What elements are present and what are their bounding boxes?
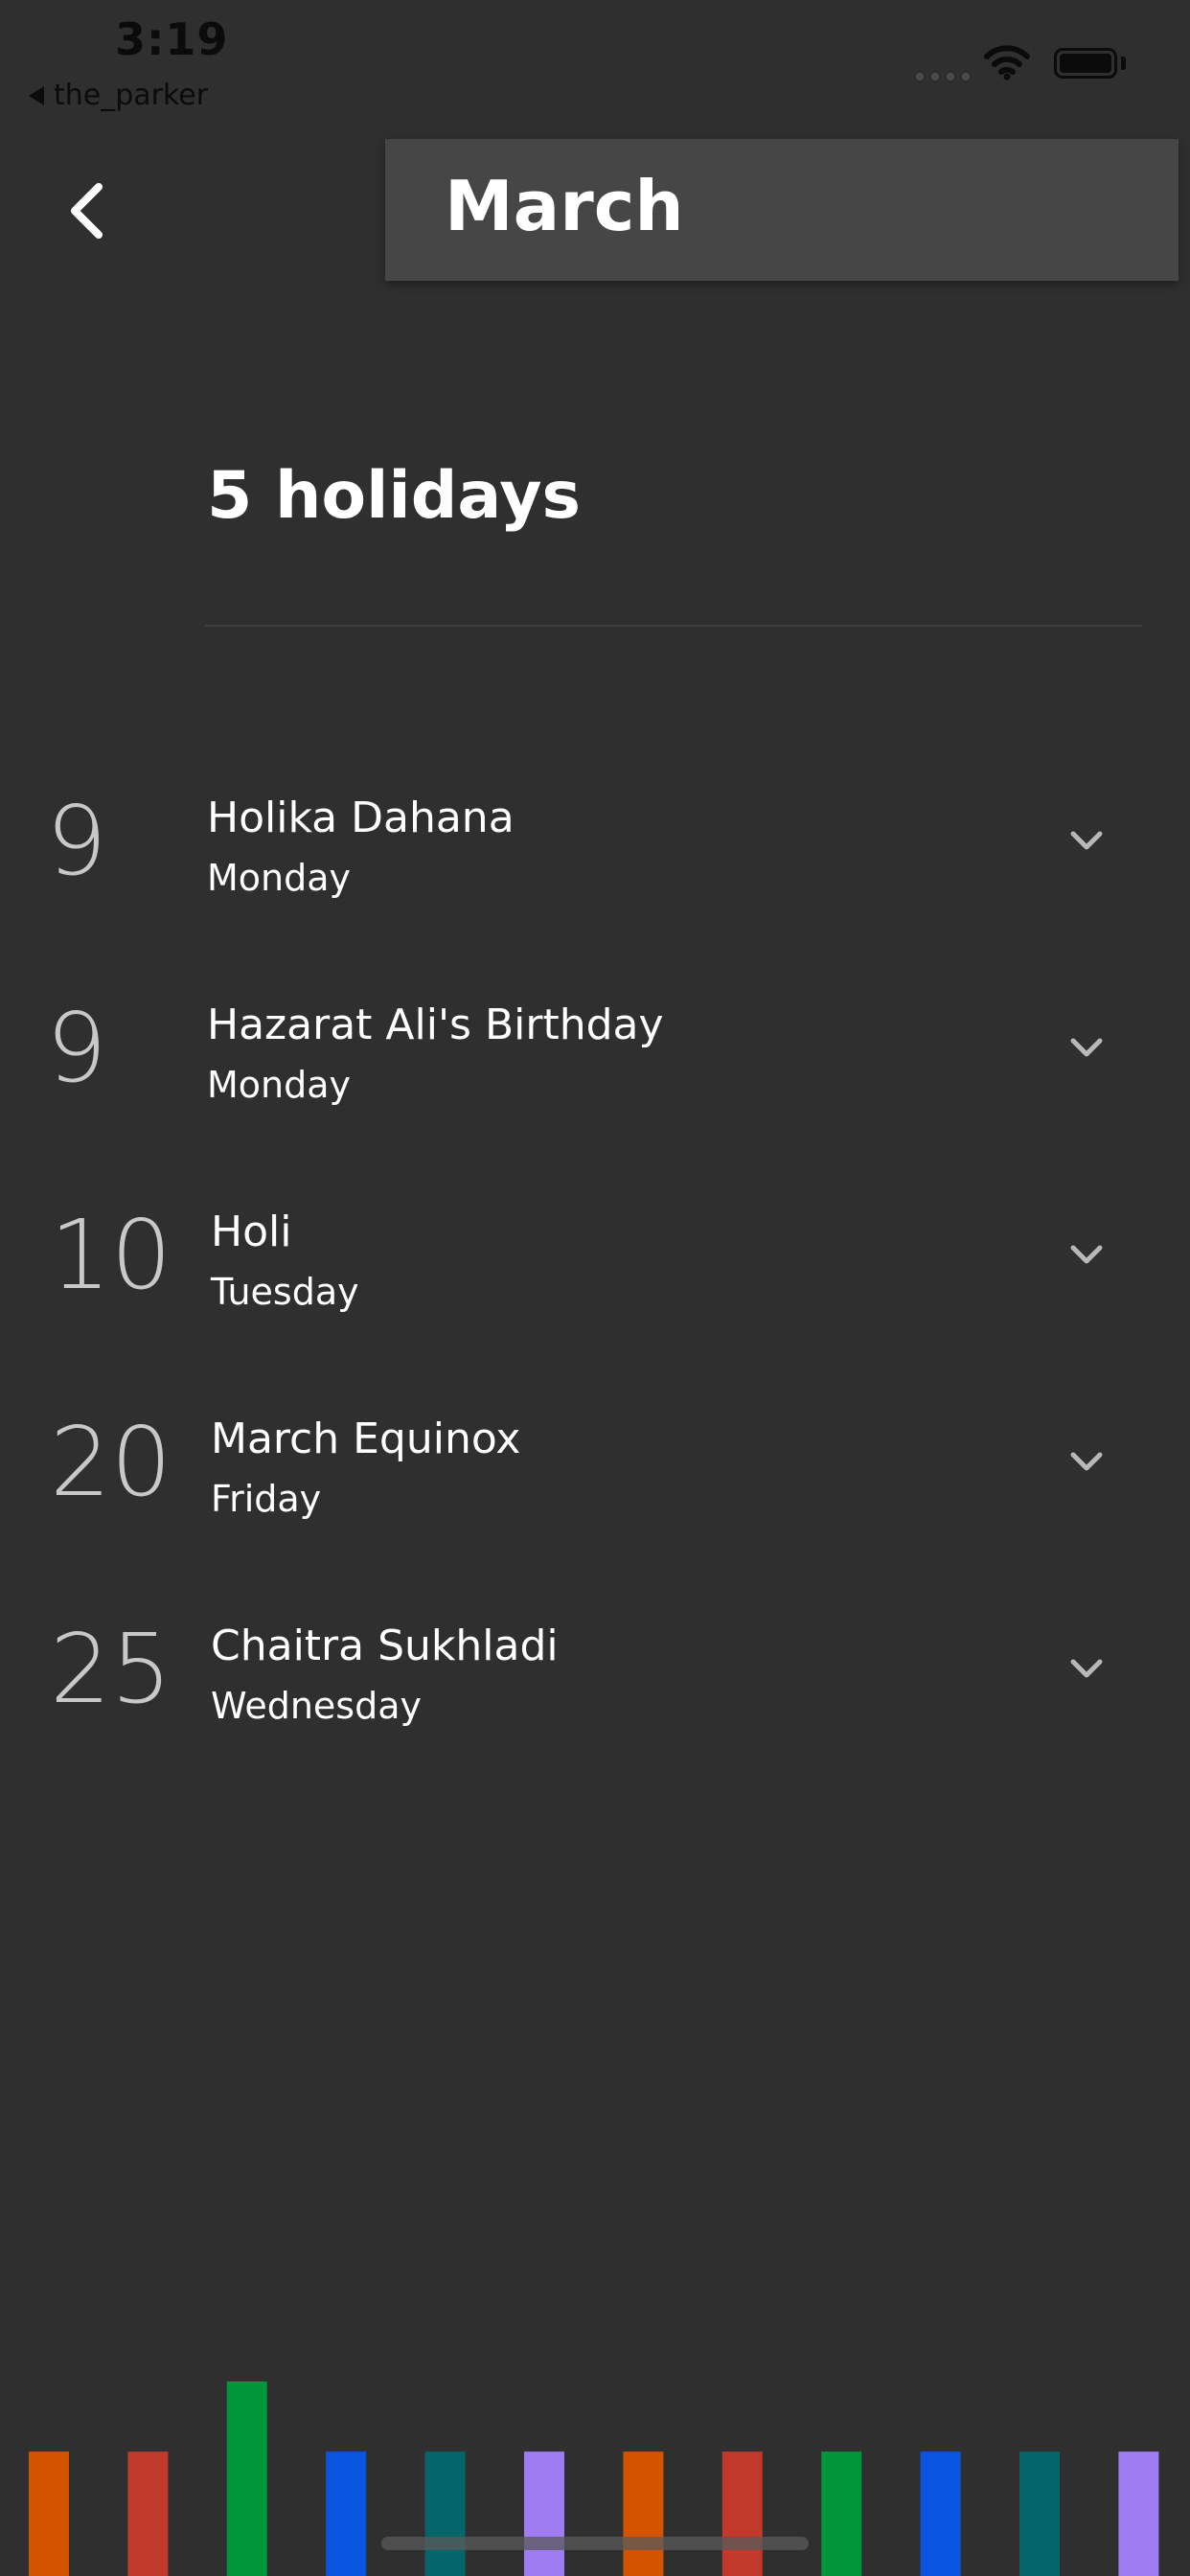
holiday-name: Chaitra Sukhladi [211, 1622, 559, 1670]
holiday-weekday: Monday [207, 1064, 352, 1106]
decor-bar [920, 2451, 961, 2576]
holiday-count: 5 holidays [207, 458, 582, 534]
wifi-icon [984, 45, 1030, 80]
chevron-down-icon[interactable] [1065, 1033, 1108, 1062]
holiday-name: March Equinox [211, 1414, 521, 1463]
holiday-row[interactable]: 9 Hazarat Ali's Birthday Monday [0, 1000, 1190, 1208]
back-app-label: the_parker [54, 79, 209, 112]
holiday-day-number: 20 [50, 1406, 172, 1518]
decor-bar [29, 2451, 69, 2576]
month-header-panel: March [385, 139, 1179, 281]
holiday-day-number: 9 [46, 785, 107, 897]
holiday-weekday: Friday [211, 1478, 322, 1520]
holiday-day-number: 25 [50, 1613, 172, 1725]
holiday-weekday: Monday [207, 857, 352, 899]
decor-bar [226, 2381, 267, 2576]
holiday-row[interactable]: 25 Chaitra Sukhladi Wednesday [0, 1622, 1190, 1828]
chevron-left-icon [71, 183, 103, 239]
holiday-name: Holi [211, 1208, 292, 1256]
holiday-name: Hazarat Ali's Birthday [207, 1000, 664, 1049]
back-button[interactable] [57, 172, 115, 249]
back-to-app-link[interactable]: the_parker [29, 79, 208, 112]
back-triangle-icon [29, 85, 44, 105]
holiday-day-number: 10 [50, 1199, 172, 1311]
decor-bar [1118, 2451, 1159, 2576]
status-time: 3:19 [115, 13, 229, 65]
chevron-down-icon[interactable] [1065, 1654, 1108, 1683]
month-title: March [445, 166, 684, 246]
battery-icon [1054, 48, 1117, 79]
chevron-down-icon[interactable] [1065, 1447, 1108, 1476]
decor-bar [326, 2451, 367, 2576]
cellular-signal-icon [916, 73, 970, 80]
holiday-day-number: 9 [46, 992, 107, 1104]
holiday-name: Holika Dahana [207, 794, 515, 842]
battery-tip [1121, 57, 1126, 70]
holiday-row[interactable]: 9 Holika Dahana Monday [0, 794, 1190, 1000]
chevron-down-icon[interactable] [1065, 1240, 1108, 1269]
decor-bar [1019, 2451, 1060, 2576]
decor-bar [821, 2451, 862, 2576]
holiday-row[interactable]: 20 March Equinox Friday [0, 1414, 1190, 1622]
decor-bar [721, 2451, 763, 2576]
chevron-down-icon[interactable] [1065, 826, 1108, 855]
holiday-weekday: Wednesday [211, 1685, 423, 1727]
decor-bar [424, 2451, 466, 2576]
divider [205, 625, 1142, 627]
decor-bar [524, 2451, 564, 2576]
home-indicator[interactable] [381, 2537, 809, 2550]
decor-bar [127, 2451, 169, 2576]
holiday-row[interactable]: 10 Holi Tuesday [0, 1208, 1190, 1414]
decor-bar [623, 2451, 664, 2576]
holiday-weekday: Tuesday [211, 1271, 359, 1313]
